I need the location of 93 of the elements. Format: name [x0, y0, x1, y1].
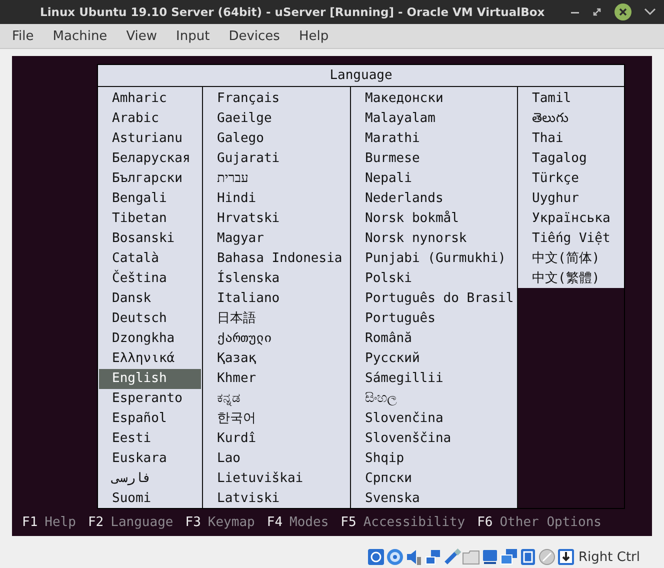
- language-option[interactable]: Ελληνικά: [99, 349, 201, 369]
- language-option[interactable]: Türkçe: [519, 169, 623, 189]
- language-option[interactable]: Bengali: [99, 189, 201, 209]
- language-option[interactable]: Tiếng Việt: [519, 229, 623, 249]
- language-option[interactable]: Malayalam: [352, 109, 516, 129]
- language-option[interactable]: Kurdî: [204, 429, 349, 449]
- function-key-label: Other Options: [500, 515, 602, 530]
- language-option[interactable]: עברית: [204, 169, 349, 189]
- language-option[interactable]: Suomi: [99, 489, 201, 509]
- language-option[interactable]: Galego: [204, 129, 349, 149]
- language-option[interactable]: فارسی: [99, 469, 201, 489]
- function-key-label: Modes: [290, 515, 329, 530]
- language-option[interactable]: తెలుగు: [519, 109, 623, 129]
- function-key[interactable]: F3: [185, 515, 201, 530]
- language-option[interactable]: Khmer: [204, 369, 349, 389]
- menu-item[interactable]: View: [118, 28, 166, 44]
- language-option[interactable]: 日本語: [204, 309, 349, 329]
- language-option[interactable]: Lao: [204, 449, 349, 469]
- language-option[interactable]: 中文(简体): [519, 249, 623, 269]
- language-option[interactable]: Gujarati: [204, 149, 349, 169]
- language-option[interactable]: Tibetan: [99, 209, 201, 229]
- language-option[interactable]: Burmese: [352, 149, 516, 169]
- menu-item[interactable]: Help: [290, 28, 337, 44]
- language-option[interactable]: Čeština: [99, 269, 201, 289]
- language-option[interactable]: Català: [99, 249, 201, 269]
- function-key[interactable]: F4: [266, 515, 283, 530]
- language-option[interactable]: 한국어: [204, 409, 349, 429]
- language-option[interactable]: Français: [204, 89, 349, 109]
- language-option[interactable]: Hrvatski: [204, 209, 349, 229]
- language-option[interactable]: Українська: [519, 209, 623, 229]
- language-option[interactable]: Íslenska: [204, 269, 349, 289]
- function-key[interactable]: F5: [340, 515, 356, 530]
- language-option[interactable]: Polski: [352, 269, 516, 289]
- language-option[interactable]: English: [99, 369, 201, 389]
- language-option[interactable]: Deutsch: [99, 309, 201, 329]
- language-option[interactable]: Magyar: [204, 229, 349, 249]
- language-option[interactable]: Español: [99, 409, 201, 429]
- language-option[interactable]: Lietuviškai: [204, 469, 349, 489]
- language-option[interactable]: Sámegillii: [352, 369, 516, 389]
- language-option[interactable]: Euskara: [99, 449, 201, 469]
- language-option[interactable]: Esperanto: [99, 389, 201, 409]
- menu-item[interactable]: File: [4, 28, 42, 44]
- language-option[interactable]: Norsk bokmål: [352, 209, 516, 229]
- language-option[interactable]: Amharic: [99, 89, 201, 109]
- function-key-label: Help: [44, 515, 76, 530]
- language-option[interactable]: Português do Brasil: [352, 289, 516, 309]
- language-option[interactable]: සිංහල: [352, 389, 516, 409]
- language-option[interactable]: Asturianu: [99, 129, 201, 149]
- language-option[interactable]: Қазақ: [204, 349, 349, 369]
- language-option[interactable]: Nederlands: [352, 189, 516, 209]
- language-option[interactable]: Српски: [352, 469, 516, 489]
- host-key-label: Right Ctrl: [578, 550, 640, 564]
- language-option[interactable]: Tamil: [519, 89, 623, 109]
- function-key[interactable]: F1: [22, 515, 38, 530]
- language-option[interactable]: Slovenčina: [352, 409, 516, 429]
- function-key[interactable]: F6: [477, 515, 493, 530]
- function-key-label: Accessibility: [363, 515, 466, 530]
- language-option[interactable]: Eesti: [99, 429, 201, 449]
- language-option[interactable]: Македонски: [352, 89, 516, 109]
- language-option[interactable]: Slovenščina: [352, 429, 516, 449]
- language-option[interactable]: Thai: [519, 129, 623, 149]
- function-key[interactable]: F2: [88, 515, 104, 530]
- menu-item[interactable]: Input: [168, 28, 218, 44]
- language-option[interactable]: Uyghur: [519, 189, 623, 209]
- language-option[interactable]: Dansk: [99, 289, 201, 309]
- language-option[interactable]: ქართული: [204, 329, 349, 349]
- language-option[interactable]: Nepali: [352, 169, 516, 189]
- function-key-label: Language: [110, 515, 174, 530]
- language-option[interactable]: Русский: [352, 349, 516, 369]
- language-option[interactable]: Tagalog: [519, 149, 623, 169]
- language-option[interactable]: Bahasa Indonesia: [204, 249, 349, 269]
- language-option[interactable]: Română: [352, 329, 516, 349]
- window-title: Linux Ubuntu 19.10 Server (64bit) - uServer [Running] - Oracle VM VirtualBox: [40, 5, 545, 19]
- language-option[interactable]: Gaeilge: [204, 109, 349, 129]
- language-option[interactable]: Latviski: [204, 489, 349, 509]
- language-option[interactable]: Bosanski: [99, 229, 201, 249]
- menu-item[interactable]: Devices: [220, 28, 288, 44]
- language-option[interactable]: Arabic: [99, 109, 201, 129]
- language-option[interactable]: Hindi: [204, 189, 349, 209]
- language-option[interactable]: Punjabi (Gurmukhi): [352, 249, 516, 269]
- language-option[interactable]: Беларуская: [99, 149, 201, 169]
- language-option[interactable]: Italiano: [204, 289, 349, 309]
- language-option[interactable]: ಕನ್ನಡ: [204, 389, 349, 409]
- function-key-label: Keymap: [208, 515, 255, 530]
- language-option[interactable]: Svenska: [352, 489, 516, 509]
- language-option[interactable]: Marathi: [352, 129, 516, 149]
- language-option[interactable]: Shqip: [352, 449, 516, 469]
- language-option[interactable]: Български: [99, 169, 201, 189]
- language-option[interactable]: Norsk nynorsk: [352, 229, 516, 249]
- language-option[interactable]: Dzongkha: [99, 329, 201, 349]
- menu-item[interactable]: Machine: [44, 28, 116, 44]
- language-option[interactable]: 中文(繁體): [519, 269, 623, 289]
- language-option[interactable]: Português: [352, 309, 516, 329]
